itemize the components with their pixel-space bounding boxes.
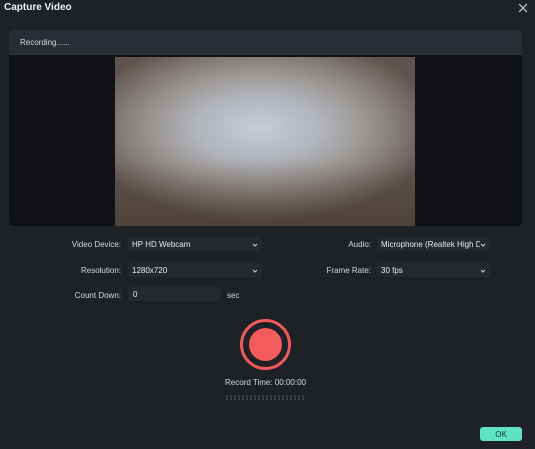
chevron-down-icon bbox=[252, 267, 258, 273]
video-device-value: HP HD Webcam bbox=[132, 240, 191, 249]
chevron-down-icon bbox=[480, 241, 486, 247]
resolution-label: Resolution: bbox=[80, 266, 121, 275]
video-device-select[interactable]: HP HD Webcam bbox=[128, 237, 262, 251]
count-down-label: Count Down: bbox=[74, 291, 121, 300]
audio-label: Audio: bbox=[348, 240, 371, 249]
status-bar: Recording...... bbox=[9, 30, 522, 55]
record-time: Record Time: 00:00:00 bbox=[225, 378, 306, 387]
frame-rate-value: 30 fps bbox=[381, 266, 403, 275]
record-dot-icon bbox=[249, 328, 282, 361]
record-button[interactable] bbox=[240, 319, 291, 370]
frame-rate-label: Frame Rate: bbox=[326, 266, 371, 275]
audio-level-meter bbox=[226, 395, 306, 400]
ok-button[interactable]: OK bbox=[480, 427, 522, 441]
chevron-down-icon bbox=[252, 241, 258, 247]
webcam-preview bbox=[115, 57, 415, 226]
count-down-input[interactable]: 0 bbox=[128, 287, 221, 301]
count-down-unit: sec bbox=[227, 291, 240, 300]
recording-status: Recording...... bbox=[20, 38, 70, 47]
frame-rate-select[interactable]: 30 fps bbox=[377, 263, 490, 277]
resolution-select[interactable]: 1280x720 bbox=[128, 263, 262, 277]
resolution-value: 1280x720 bbox=[132, 266, 168, 275]
audio-value: Microphone (Realtek High De bbox=[381, 240, 486, 249]
close-icon[interactable] bbox=[517, 2, 529, 14]
audio-select[interactable]: Microphone (Realtek High De bbox=[377, 237, 490, 251]
window-title: Capture Video bbox=[4, 2, 72, 13]
chevron-down-icon bbox=[480, 267, 486, 273]
preview-panel: Recording...... bbox=[9, 30, 522, 226]
video-device-label: Video Device: bbox=[71, 240, 121, 249]
title-bar: Capture Video bbox=[0, 0, 535, 18]
